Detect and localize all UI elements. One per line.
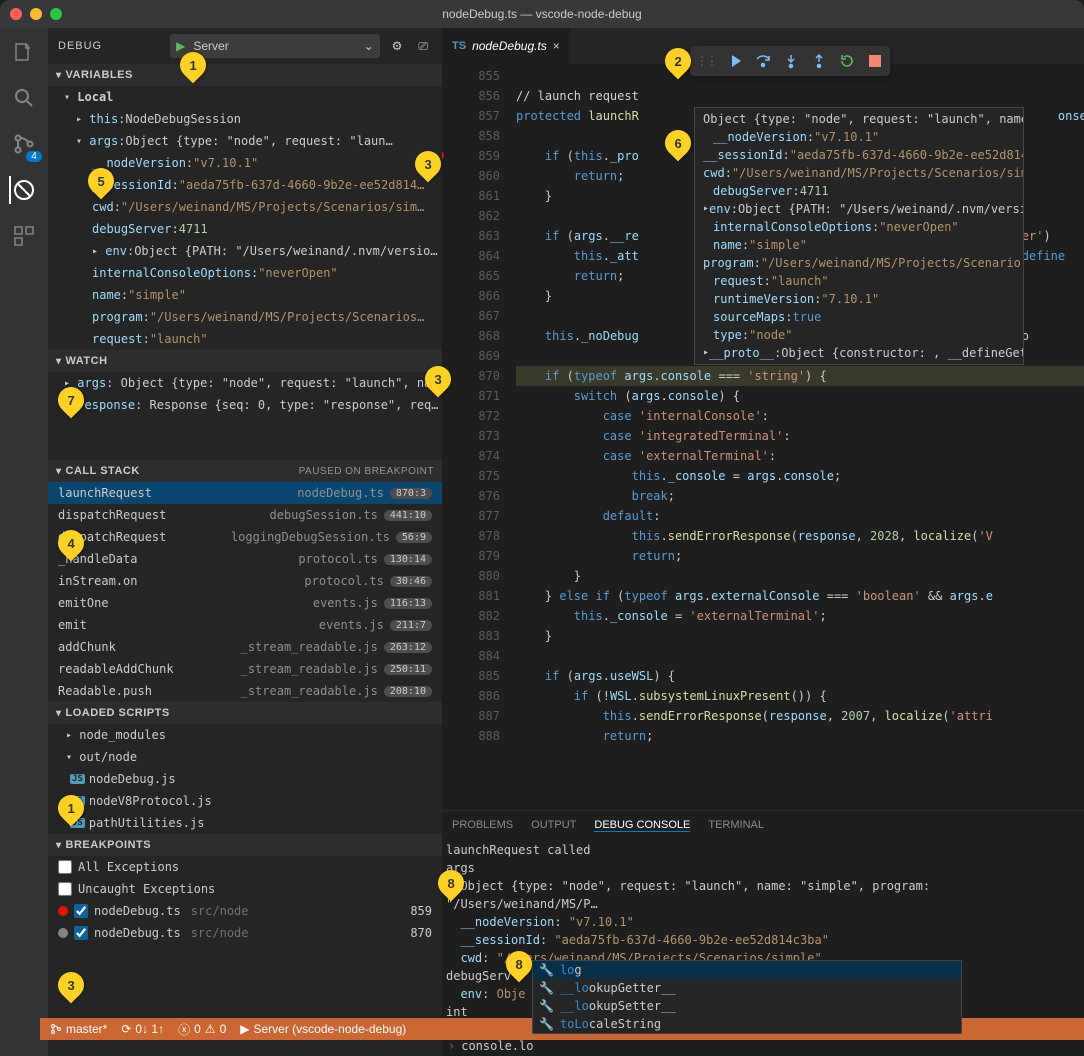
continue-button[interactable] bbox=[726, 52, 744, 70]
breakpoint-exception-toggle[interactable]: All Exceptions bbox=[48, 856, 442, 878]
suggest-item[interactable]: 🔧__lookupGetter__ bbox=[533, 979, 961, 997]
breakpoint-row[interactable]: nodeDebug.tssrc/node859 bbox=[48, 900, 442, 922]
git-branch-status[interactable]: master* bbox=[50, 1022, 107, 1036]
restart-button[interactable] bbox=[838, 52, 856, 70]
close-tab-icon[interactable]: × bbox=[553, 39, 560, 53]
drag-handle-icon[interactable]: ⋮⋮ bbox=[696, 54, 716, 68]
typescript-icon: TS bbox=[452, 40, 466, 52]
stop-button[interactable] bbox=[866, 52, 884, 70]
activity-bar: 4 bbox=[0, 28, 48, 1056]
errors-status[interactable]: ⓧ 0 ⚠ 0 bbox=[178, 1021, 226, 1038]
breakpoint-glyph[interactable] bbox=[442, 151, 444, 160]
breakpoint-exception-toggle[interactable]: Uncaught Exceptions bbox=[48, 878, 442, 900]
callstack-frame[interactable]: launchRequestnodeDebug.ts870:3 bbox=[48, 482, 442, 504]
variable-row[interactable]: name: "simple" bbox=[48, 284, 442, 306]
variable-row[interactable]: debugServer: 4711 bbox=[48, 218, 442, 240]
debug-toolbar[interactable]: ⋮⋮ bbox=[690, 46, 890, 76]
method-icon: 🔧 bbox=[539, 981, 554, 995]
callstack-frame[interactable]: _handleDataprotocol.ts130:14 bbox=[48, 548, 442, 570]
script-folder[interactable]: ▾ out/node bbox=[48, 746, 442, 768]
debug-console-icon[interactable]: ⎚ bbox=[414, 39, 432, 54]
callstack-frame[interactable]: emitOneevents.js116:13 bbox=[48, 592, 442, 614]
callstack-frame[interactable]: inStream.onprotocol.ts30:46 bbox=[48, 570, 442, 592]
method-icon: 🔧 bbox=[539, 1017, 554, 1031]
callstack-frame[interactable]: addChunk_stream_readable.js263:12 bbox=[48, 636, 442, 658]
watch-row[interactable]: ▸ args: Object {type: "node", request: "… bbox=[48, 372, 442, 394]
titlebar: nodeDebug.ts — vscode-node-debug bbox=[0, 0, 1084, 28]
callstack-frame[interactable]: Readable.push_stream_readable.js208:10 bbox=[48, 680, 442, 702]
scm-icon[interactable]: 4 bbox=[10, 130, 38, 158]
callstack-frame[interactable]: readableAddChunk_stream_readable.js250:1… bbox=[48, 658, 442, 680]
suggest-item[interactable]: 🔧toLocaleString bbox=[533, 1015, 961, 1033]
panel-tabs: PROBLEMS OUTPUT DEBUG CONSOLE TERMINAL bbox=[442, 811, 1084, 839]
variable-row[interactable]: internalConsoleOptions: "neverOpen" bbox=[48, 262, 442, 284]
method-icon: 🔧 bbox=[539, 999, 554, 1013]
callstack-frame[interactable]: dispatchRequestloggingDebugSession.ts56:… bbox=[48, 526, 442, 548]
script-file[interactable]: JSnodeDebug.js bbox=[48, 768, 442, 790]
script-folder[interactable]: ▸ node_modules bbox=[48, 724, 442, 746]
window-title: nodeDebug.ts — vscode-node-debug bbox=[442, 7, 641, 21]
run-status[interactable]: ▶ Server (vscode-node-debug) bbox=[240, 1022, 406, 1036]
panel-tab[interactable]: PROBLEMS bbox=[452, 819, 513, 831]
variable-row[interactable]: ▸ env: Object {PATH: "/Users/weinand/.nv… bbox=[48, 240, 442, 262]
script-file[interactable]: JSpathUtilities.js bbox=[48, 812, 442, 834]
close-window-icon[interactable] bbox=[10, 8, 22, 20]
step-into-button[interactable] bbox=[782, 52, 800, 70]
maximize-window-icon[interactable] bbox=[50, 8, 62, 20]
sync-status[interactable]: ⟳ 0↓ 1↑ bbox=[121, 1022, 164, 1036]
extensions-icon[interactable] bbox=[10, 222, 38, 250]
start-debug-icon[interactable]: ▶ bbox=[176, 39, 185, 53]
callstack-frame[interactable]: emitevents.js211:7 bbox=[48, 614, 442, 636]
step-over-button[interactable] bbox=[754, 52, 772, 70]
debug-hover-tooltip[interactable]: Object {type: "node", request: "launch",… bbox=[694, 107, 1024, 365]
suggest-item[interactable]: 🔧log bbox=[533, 961, 961, 979]
gear-icon[interactable]: ⚙ bbox=[388, 39, 407, 53]
breakpoint-icon bbox=[58, 928, 68, 938]
breakpoint-row[interactable]: nodeDebug.tssrc/node870 bbox=[48, 922, 442, 944]
tab-nodedebug[interactable]: TS nodeDebug.ts × bbox=[442, 28, 570, 64]
step-out-button[interactable] bbox=[810, 52, 828, 70]
scm-badge: 4 bbox=[26, 151, 42, 162]
variable-row[interactable]: ▸ this: NodeDebugSession bbox=[48, 108, 442, 130]
breakpoint-icon bbox=[58, 906, 68, 916]
sidebar-header: DEBUG ▶ Server ⌄ ⚙ ⎚ bbox=[48, 28, 442, 64]
variables-header[interactable]: ▾VARIABLES bbox=[48, 64, 442, 86]
callstack-header[interactable]: ▾CALL STACKPAUSED ON BREAKPOINT bbox=[48, 460, 442, 482]
variable-row[interactable]: program: "/Users/weinand/MS/Projects/Sce… bbox=[48, 306, 442, 328]
script-file[interactable]: JSnodeV8Protocol.js bbox=[48, 790, 442, 812]
search-icon[interactable] bbox=[10, 84, 38, 112]
panel-tab[interactable]: OUTPUT bbox=[531, 819, 576, 831]
suggest-widget[interactable]: 🔧log🔧__lookupGetter__🔧__lookupSetter__🔧t… bbox=[532, 960, 962, 1034]
variable-row[interactable]: cwd: "/Users/weinand/MS/Projects/Scenari… bbox=[48, 196, 442, 218]
panel-tab[interactable]: TERMINAL bbox=[708, 819, 764, 831]
method-icon: 🔧 bbox=[539, 963, 554, 977]
watch-header[interactable]: ▾WATCH bbox=[48, 350, 442, 372]
explorer-icon[interactable] bbox=[10, 38, 38, 66]
panel-tab[interactable]: DEBUG CONSOLE bbox=[594, 819, 690, 832]
minimize-window-icon[interactable] bbox=[30, 8, 42, 20]
breakpoints-header[interactable]: ▾BREAKPOINTS bbox=[48, 834, 442, 856]
suggest-item[interactable]: 🔧__lookupSetter__ bbox=[533, 997, 961, 1015]
variable-row[interactable]: ▾ args: Object {type: "node", request: "… bbox=[48, 130, 442, 152]
debug-icon[interactable] bbox=[9, 176, 37, 204]
watch-row[interactable]: ▸ response: Response {seq: 0, type: "res… bbox=[48, 394, 442, 416]
callstack-frame[interactable]: dispatchRequestdebugSession.ts441:10 bbox=[48, 504, 442, 526]
sidebar-title: DEBUG bbox=[58, 40, 102, 52]
chevron-down-icon[interactable]: ⌄ bbox=[364, 39, 374, 53]
loaded-scripts-header[interactable]: ▾LOADED SCRIPTS bbox=[48, 702, 442, 724]
variable-row[interactable]: request: "launch" bbox=[48, 328, 442, 350]
